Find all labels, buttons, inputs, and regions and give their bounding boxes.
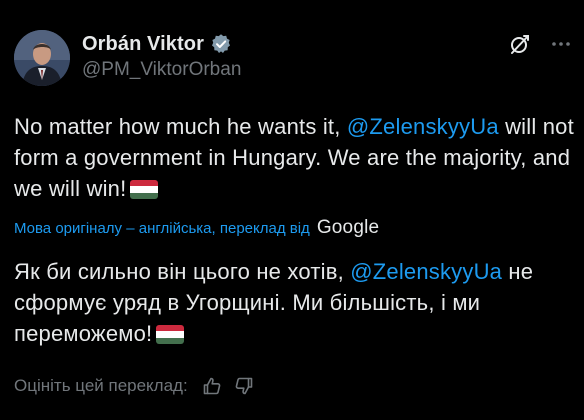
- more-options-icon[interactable]: [550, 33, 572, 55]
- avatar-image: [14, 30, 70, 86]
- author-info: Orbán Viktor @PM_ViktorOrban: [82, 30, 241, 81]
- grok-icon[interactable]: [508, 32, 532, 56]
- author-display-name[interactable]: Orbán Viktor: [82, 33, 204, 56]
- avatar[interactable]: [14, 30, 70, 86]
- post-top-actions: [508, 32, 572, 56]
- mention-link-translated[interactable]: @ZelenskyyUa: [350, 259, 502, 284]
- translated-text-part1: Як би сильно він цього не хотів,: [14, 259, 351, 284]
- author-handle[interactable]: @PM_ViktorOrban: [82, 59, 241, 81]
- original-text-part1: No matter how much he wants it,: [14, 114, 347, 139]
- post-header: Orbán Viktor @PM_ViktorOrban: [12, 30, 572, 90]
- rate-translation-row: Оцініть цей переклад:: [14, 376, 254, 396]
- translation-attribution: Мова оригіналу – англійська, переклад ві…: [14, 217, 379, 239]
- translation-note[interactable]: Мова оригіналу – англійська, переклад ві…: [14, 220, 310, 237]
- verified-badge-icon: [210, 33, 232, 55]
- rate-translation-label: Оцініть цей переклад:: [14, 376, 188, 395]
- hungary-flag-icon: [130, 180, 159, 199]
- post-original-text: No matter how much he wants it, @Zelensk…: [14, 111, 574, 204]
- hungary-flag-icon-translated: [156, 325, 185, 344]
- google-logo: Google: [316, 217, 380, 238]
- post-translated-text: Як би сильно він цього не хотів, @Zelens…: [14, 256, 574, 349]
- mention-link-original[interactable]: @ZelenskyyUa: [347, 114, 499, 139]
- post-card: Orbán Viktor @PM_ViktorOrban No matter h…: [0, 0, 584, 420]
- thumbs-up-icon[interactable]: [202, 376, 222, 396]
- thumbs-down-icon[interactable]: [234, 376, 254, 396]
